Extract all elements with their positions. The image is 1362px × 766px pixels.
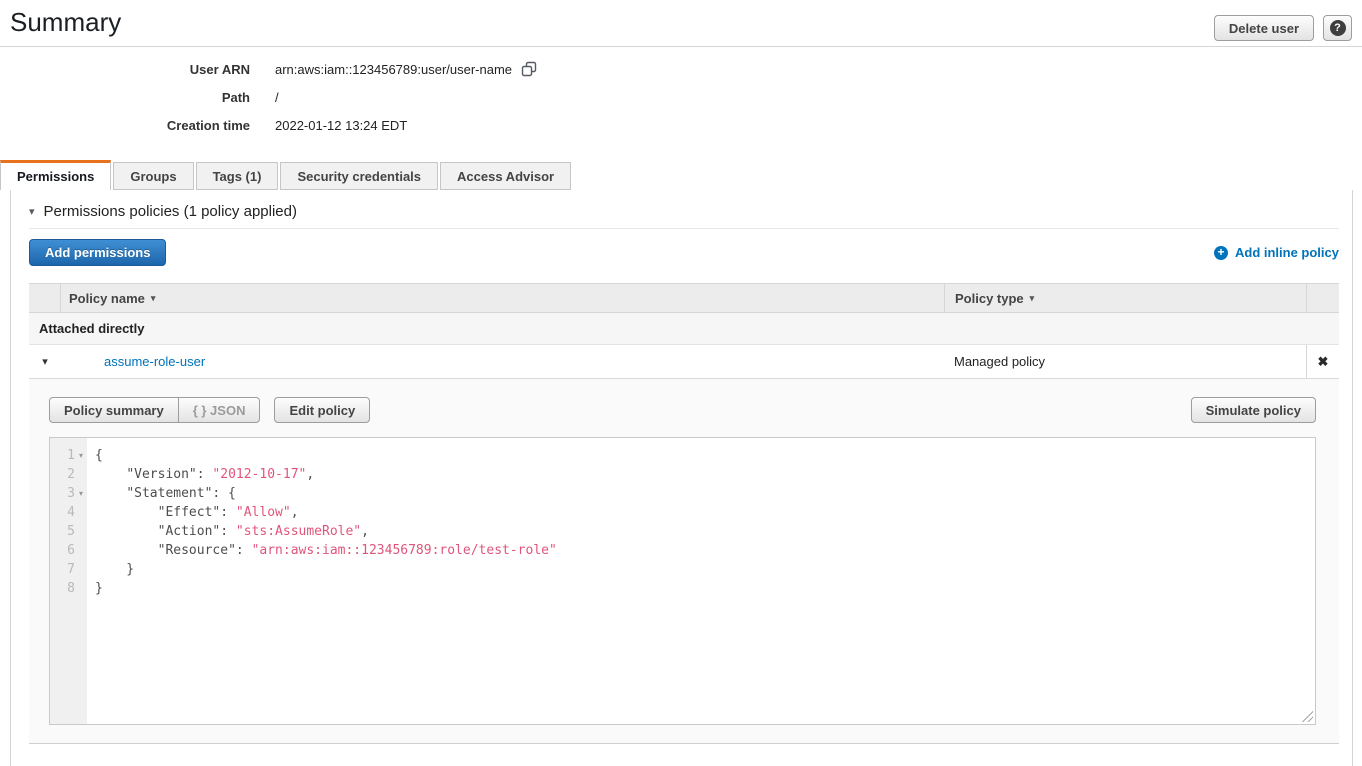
collapse-arrow-icon: ▾ — [29, 205, 35, 218]
header-policy-type: Policy type ▾ — [944, 284, 1306, 312]
header-remove-cell — [1306, 284, 1339, 312]
detail-row-user-arn: User ARN arn:aws:iam::123456789:user/use… — [0, 55, 537, 83]
code-line: { — [95, 446, 1315, 465]
policy-detail-panel: Policy summary { } JSON Edit policy Simu… — [29, 379, 1339, 744]
add-permissions-button[interactable]: Add permissions — [29, 239, 166, 266]
page-header: Summary Delete user ? — [0, 0, 1362, 47]
code-line: } — [95, 560, 1315, 579]
permissions-policies-title: Permissions policies (1 policy applied) — [44, 203, 297, 220]
creation-time-value: 2022-01-12 13:24 EDT — [275, 118, 407, 133]
policy-type-sort[interactable]: Policy type ▾ — [955, 291, 1034, 306]
user-details: User ARN arn:aws:iam::123456789:user/use… — [0, 55, 537, 139]
remove-policy-icon[interactable]: ✖ — [1318, 354, 1329, 370]
tab-permissions[interactable]: Permissions — [0, 160, 111, 190]
table-header-row: Policy name ▾ Policy type ▾ — [29, 283, 1339, 313]
help-button[interactable]: ? — [1323, 15, 1352, 41]
gutter-line: 8 — [50, 579, 87, 598]
code-line: } — [95, 579, 1315, 598]
delete-user-button[interactable]: Delete user — [1214, 15, 1314, 41]
fold-arrow-icon[interactable]: ▾ — [75, 484, 87, 503]
policies-toolbar: Add permissions + Add inline policy — [29, 239, 1339, 266]
policy-name-sort[interactable]: Policy name ▾ — [69, 291, 155, 306]
tab-tags-1[interactable]: Tags (1) — [196, 162, 279, 190]
tab-groups[interactable]: Groups — [113, 162, 193, 190]
code-line: "Version": "2012-10-17", — [95, 465, 1315, 484]
add-inline-policy-link[interactable]: + Add inline policy — [1214, 245, 1339, 260]
sort-arrow-icon: ▾ — [1030, 293, 1035, 304]
policy-type-cell: Managed policy — [944, 345, 1306, 378]
gutter-line: 5 — [50, 522, 87, 541]
plus-icon: + — [1214, 246, 1228, 260]
detail-row-path: Path / — [0, 83, 537, 111]
policy-summary-button[interactable]: Policy summary — [49, 397, 179, 423]
row-expander[interactable]: ▾ — [29, 345, 61, 378]
path-value: / — [275, 90, 279, 105]
tab-access-advisor[interactable]: Access Advisor — [440, 162, 571, 190]
editor-code: { "Version": "2012-10-17", "Statement": … — [87, 438, 1315, 724]
gutter-line: 4 — [50, 503, 87, 522]
edit-policy-button[interactable]: Edit policy — [274, 397, 370, 423]
copy-icon[interactable] — [521, 61, 537, 77]
gutter-line: 3▾ — [50, 484, 87, 503]
policy-detail-toolbar: Policy summary { } JSON Edit policy Simu… — [49, 397, 1316, 423]
table-row-assume-role-user: ▾ assume-role-user Managed policy ✖ — [29, 345, 1339, 379]
header-policy-name: Policy name ▾ — [61, 291, 944, 306]
policy-name-cell: assume-role-user — [61, 354, 944, 369]
code-line: "Action": "sts:AssumeRole", — [95, 522, 1315, 541]
editor-gutter: 1▾23▾45678 — [50, 438, 87, 724]
gutter-line: 7 — [50, 560, 87, 579]
page-title: Summary — [10, 7, 121, 38]
code-line: "Statement": { — [95, 484, 1315, 503]
path-label: Path — [0, 90, 250, 105]
chevron-down-icon: ▾ — [42, 355, 48, 368]
policy-name-link[interactable]: assume-role-user — [69, 354, 205, 369]
gutter-line: 2 — [50, 465, 87, 484]
section-divider — [29, 228, 1339, 229]
policy-json-editor[interactable]: 1▾23▾45678 { "Version": "2012-10-17", "S… — [49, 437, 1316, 725]
tab-security-credentials[interactable]: Security credentials — [280, 162, 438, 190]
remove-policy-cell: ✖ — [1306, 345, 1339, 378]
tab-bar: PermissionsGroupsTags (1)Security creden… — [0, 160, 571, 190]
fold-arrow-icon[interactable]: ▾ — [75, 446, 87, 465]
header-actions: Delete user ? — [1214, 15, 1352, 41]
header-expander-cell — [29, 284, 61, 312]
code-line: "Resource": "arn:aws:iam::123456789:role… — [95, 541, 1315, 560]
gutter-line: 1▾ — [50, 446, 87, 465]
detail-row-creation-time: Creation time 2022-01-12 13:24 EDT — [0, 111, 537, 139]
user-arn-label: User ARN — [0, 62, 250, 77]
sort-arrow-icon: ▾ — [151, 293, 156, 304]
permissions-policies-section-header[interactable]: ▾ Permissions policies (1 policy applied… — [29, 203, 1339, 220]
json-button[interactable]: { } JSON — [178, 397, 261, 423]
user-arn-value: arn:aws:iam::123456789:user/user-name — [275, 61, 537, 77]
gutter-line: 6 — [50, 541, 87, 560]
simulate-policy-button[interactable]: Simulate policy — [1191, 397, 1316, 423]
group-row-attached-directly: Attached directly — [29, 313, 1339, 345]
code-line: "Effect": "Allow", — [95, 503, 1315, 522]
permissions-panel: ▾ Permissions policies (1 policy applied… — [10, 190, 1353, 766]
policies-table: Policy name ▾ Policy type ▾ Attached dir… — [29, 283, 1339, 744]
help-icon: ? — [1330, 20, 1346, 36]
creation-time-label: Creation time — [0, 118, 250, 133]
